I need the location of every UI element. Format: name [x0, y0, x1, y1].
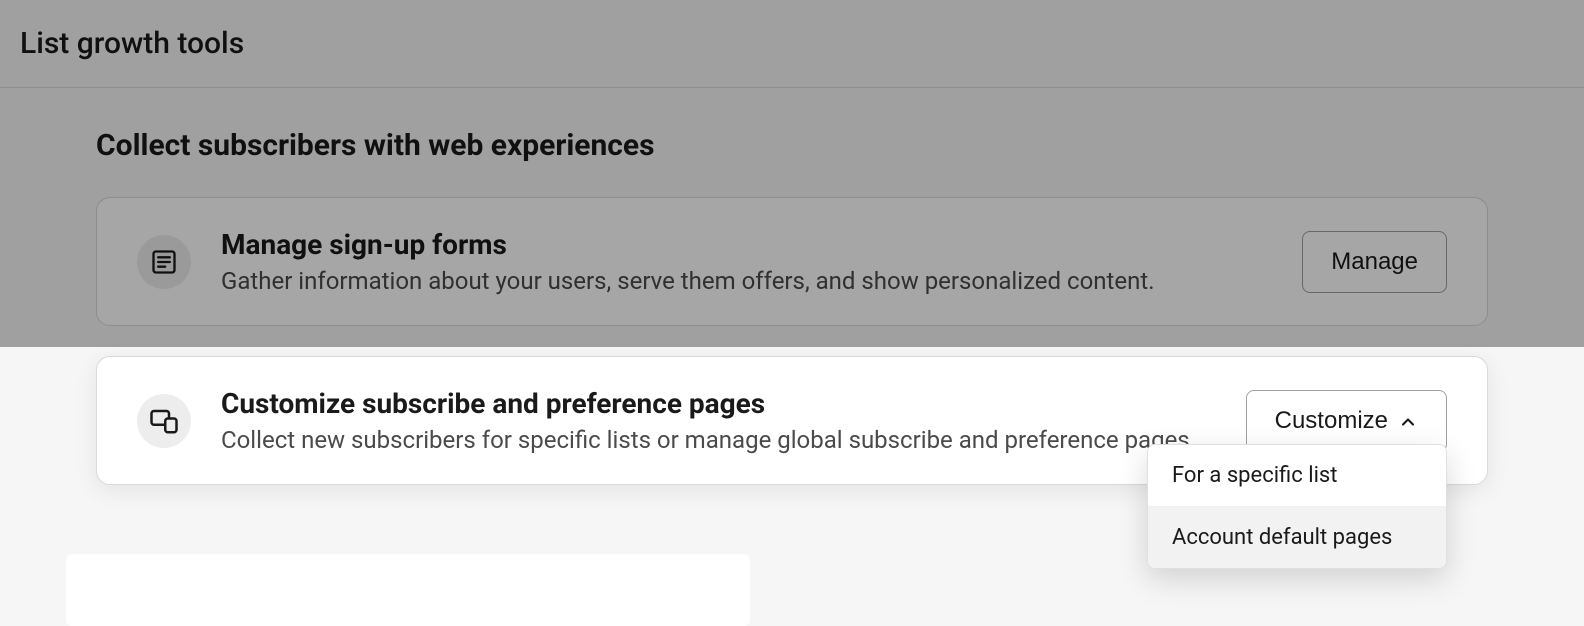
form-icon: [137, 235, 191, 289]
page-header: List growth tools: [0, 0, 1584, 88]
card-body: Customize subscribe and preference pages…: [221, 387, 1246, 454]
customize-dropdown: For a specific list Account default page…: [1147, 444, 1447, 569]
customize-button-cell: Customize For a specific list Account de…: [1246, 390, 1447, 452]
page: List growth tools Collect subscribers wi…: [0, 0, 1584, 626]
card-title: Manage sign-up forms: [221, 228, 1302, 261]
customize-button[interactable]: Customize: [1246, 390, 1447, 452]
content-area: Collect subscribers with web experiences…: [0, 88, 1584, 485]
card-signup-forms: Manage sign-up forms Gather information …: [96, 197, 1488, 326]
ghost-placeholder: [66, 554, 750, 626]
card-body: Manage sign-up forms Gather information …: [221, 228, 1302, 295]
customize-button-label: Customize: [1275, 407, 1388, 435]
devices-icon: [137, 394, 191, 448]
page-title: List growth tools: [20, 26, 244, 61]
card-customize-pages: Customize subscribe and preference pages…: [96, 356, 1488, 485]
card-stack: Manage sign-up forms Gather information …: [96, 197, 1488, 485]
manage-button[interactable]: Manage: [1302, 231, 1447, 293]
card-desc: Gather information about your users, ser…: [221, 267, 1302, 295]
card-title: Customize subscribe and preference pages: [221, 387, 1246, 420]
dropdown-item-specific-list[interactable]: For a specific list: [1148, 445, 1446, 506]
manage-button-label: Manage: [1331, 248, 1418, 276]
section-heading: Collect subscribers with web experiences: [96, 128, 1488, 163]
chevron-up-icon: [1398, 411, 1418, 431]
dropdown-item-account-default[interactable]: Account default pages: [1148, 506, 1446, 568]
card-desc: Collect new subscribers for specific lis…: [221, 426, 1246, 454]
